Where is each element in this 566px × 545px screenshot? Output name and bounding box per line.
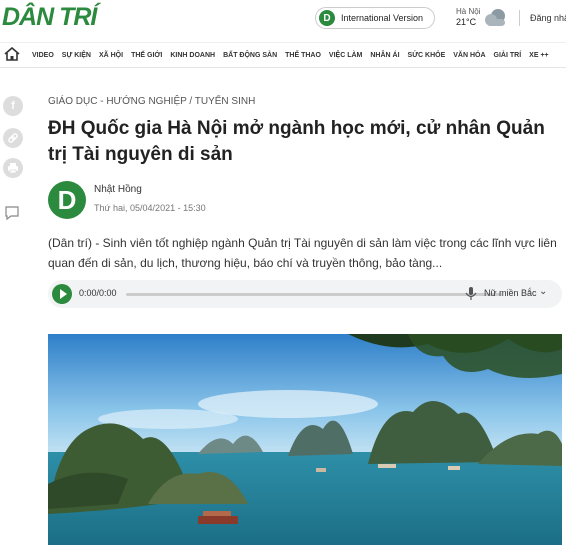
breadcrumb[interactable]: GIÁO DỤC - HƯỚNG NGHIỆP / TUYỂN SINH xyxy=(48,96,255,107)
link-icon xyxy=(3,128,23,148)
copy-link-button[interactable] xyxy=(3,128,23,148)
audio-progress-bar[interactable] xyxy=(126,293,502,296)
chevron-down-icon[interactable]: ⌄ xyxy=(539,286,547,297)
nav-list: VIDEO SỰ KIỆN XÃ HỘI THẾ GIỚI KINH DOANH… xyxy=(32,43,557,67)
header-divider xyxy=(519,10,520,26)
nav-item-suc-khoe[interactable]: SỨC KHỎE xyxy=(408,52,446,59)
nav-item-nhan-ai[interactable]: NHÂN ÁI xyxy=(370,52,399,59)
nav-item-giai-tri[interactable]: GIẢI TRÍ xyxy=(494,52,522,59)
article-sapo: (Dân trí) - Sinh viên tốt nghiệp ngành Q… xyxy=(48,236,557,270)
nav-item-the-thao[interactable]: THỂ THAO xyxy=(285,52,321,59)
comment-button[interactable] xyxy=(3,205,21,226)
weather-temp: 21°C xyxy=(456,17,477,27)
nav-item-video[interactable]: VIDEO xyxy=(32,52,54,59)
nav-item-the-gioi[interactable]: THẾ GIỚI xyxy=(131,52,162,59)
print-button[interactable] xyxy=(3,158,23,183)
nav-item-van-hoa[interactable]: VĂN HÓA xyxy=(453,52,485,59)
author-name[interactable]: Nhật Hồng xyxy=(94,184,142,195)
publish-date: Thứ hai, 05/04/2021 - 15:30 xyxy=(94,203,206,213)
main-nav: VIDEO SỰ KIỆN XÃ HỘI THẾ GIỚI KINH DOANH… xyxy=(0,42,566,68)
play-icon[interactable] xyxy=(52,284,72,304)
international-version-label: International Version xyxy=(341,13,424,23)
article-title: ĐH Quốc gia Hà Nội mở ngành học mới, cử … xyxy=(48,118,545,165)
globe-d-icon: D xyxy=(319,10,335,26)
home-icon[interactable] xyxy=(4,47,20,61)
article-photo[interactable] xyxy=(48,334,562,545)
nav-item-xe[interactable]: XE ++ xyxy=(529,52,548,59)
voice-select[interactable]: Nữ miền Bắc xyxy=(484,288,537,298)
cloud-icon xyxy=(485,9,505,26)
facebook-icon: f xyxy=(3,96,23,116)
audio-time: 0:00/0:00 xyxy=(79,288,117,298)
nav-item-viec-lam[interactable]: VIỆC LÀM xyxy=(329,52,362,59)
audio-player: 0:00/0:00 Nữ miền Bắc ⌄ xyxy=(48,280,562,308)
site-header: DÂN TRÍ D International Version Hà Nội 2… xyxy=(0,0,566,40)
comment-icon xyxy=(5,206,19,221)
weather-city: Hà Nội xyxy=(456,7,481,16)
share-facebook-button[interactable]: f xyxy=(3,96,23,116)
microphone-icon[interactable] xyxy=(464,286,478,302)
nav-item-bat-dong-san[interactable]: BẤT ĐỘNG SẢN xyxy=(223,52,277,59)
login-link[interactable]: Đăng nhậ xyxy=(530,13,566,23)
nav-item-kinh-doanh[interactable]: KINH DOANH xyxy=(170,52,215,59)
international-version-button[interactable]: D International Version xyxy=(315,7,435,29)
print-icon xyxy=(3,158,23,178)
site-logo[interactable]: DÂN TRÍ xyxy=(2,3,97,32)
author-avatar[interactable]: D xyxy=(48,181,86,219)
weather-widget: Hà Nội 21°C xyxy=(456,6,480,28)
nav-item-xa-hoi[interactable]: XÃ HỘI xyxy=(99,52,123,59)
nav-item-su-kien[interactable]: SỰ KIỆN xyxy=(62,52,91,59)
